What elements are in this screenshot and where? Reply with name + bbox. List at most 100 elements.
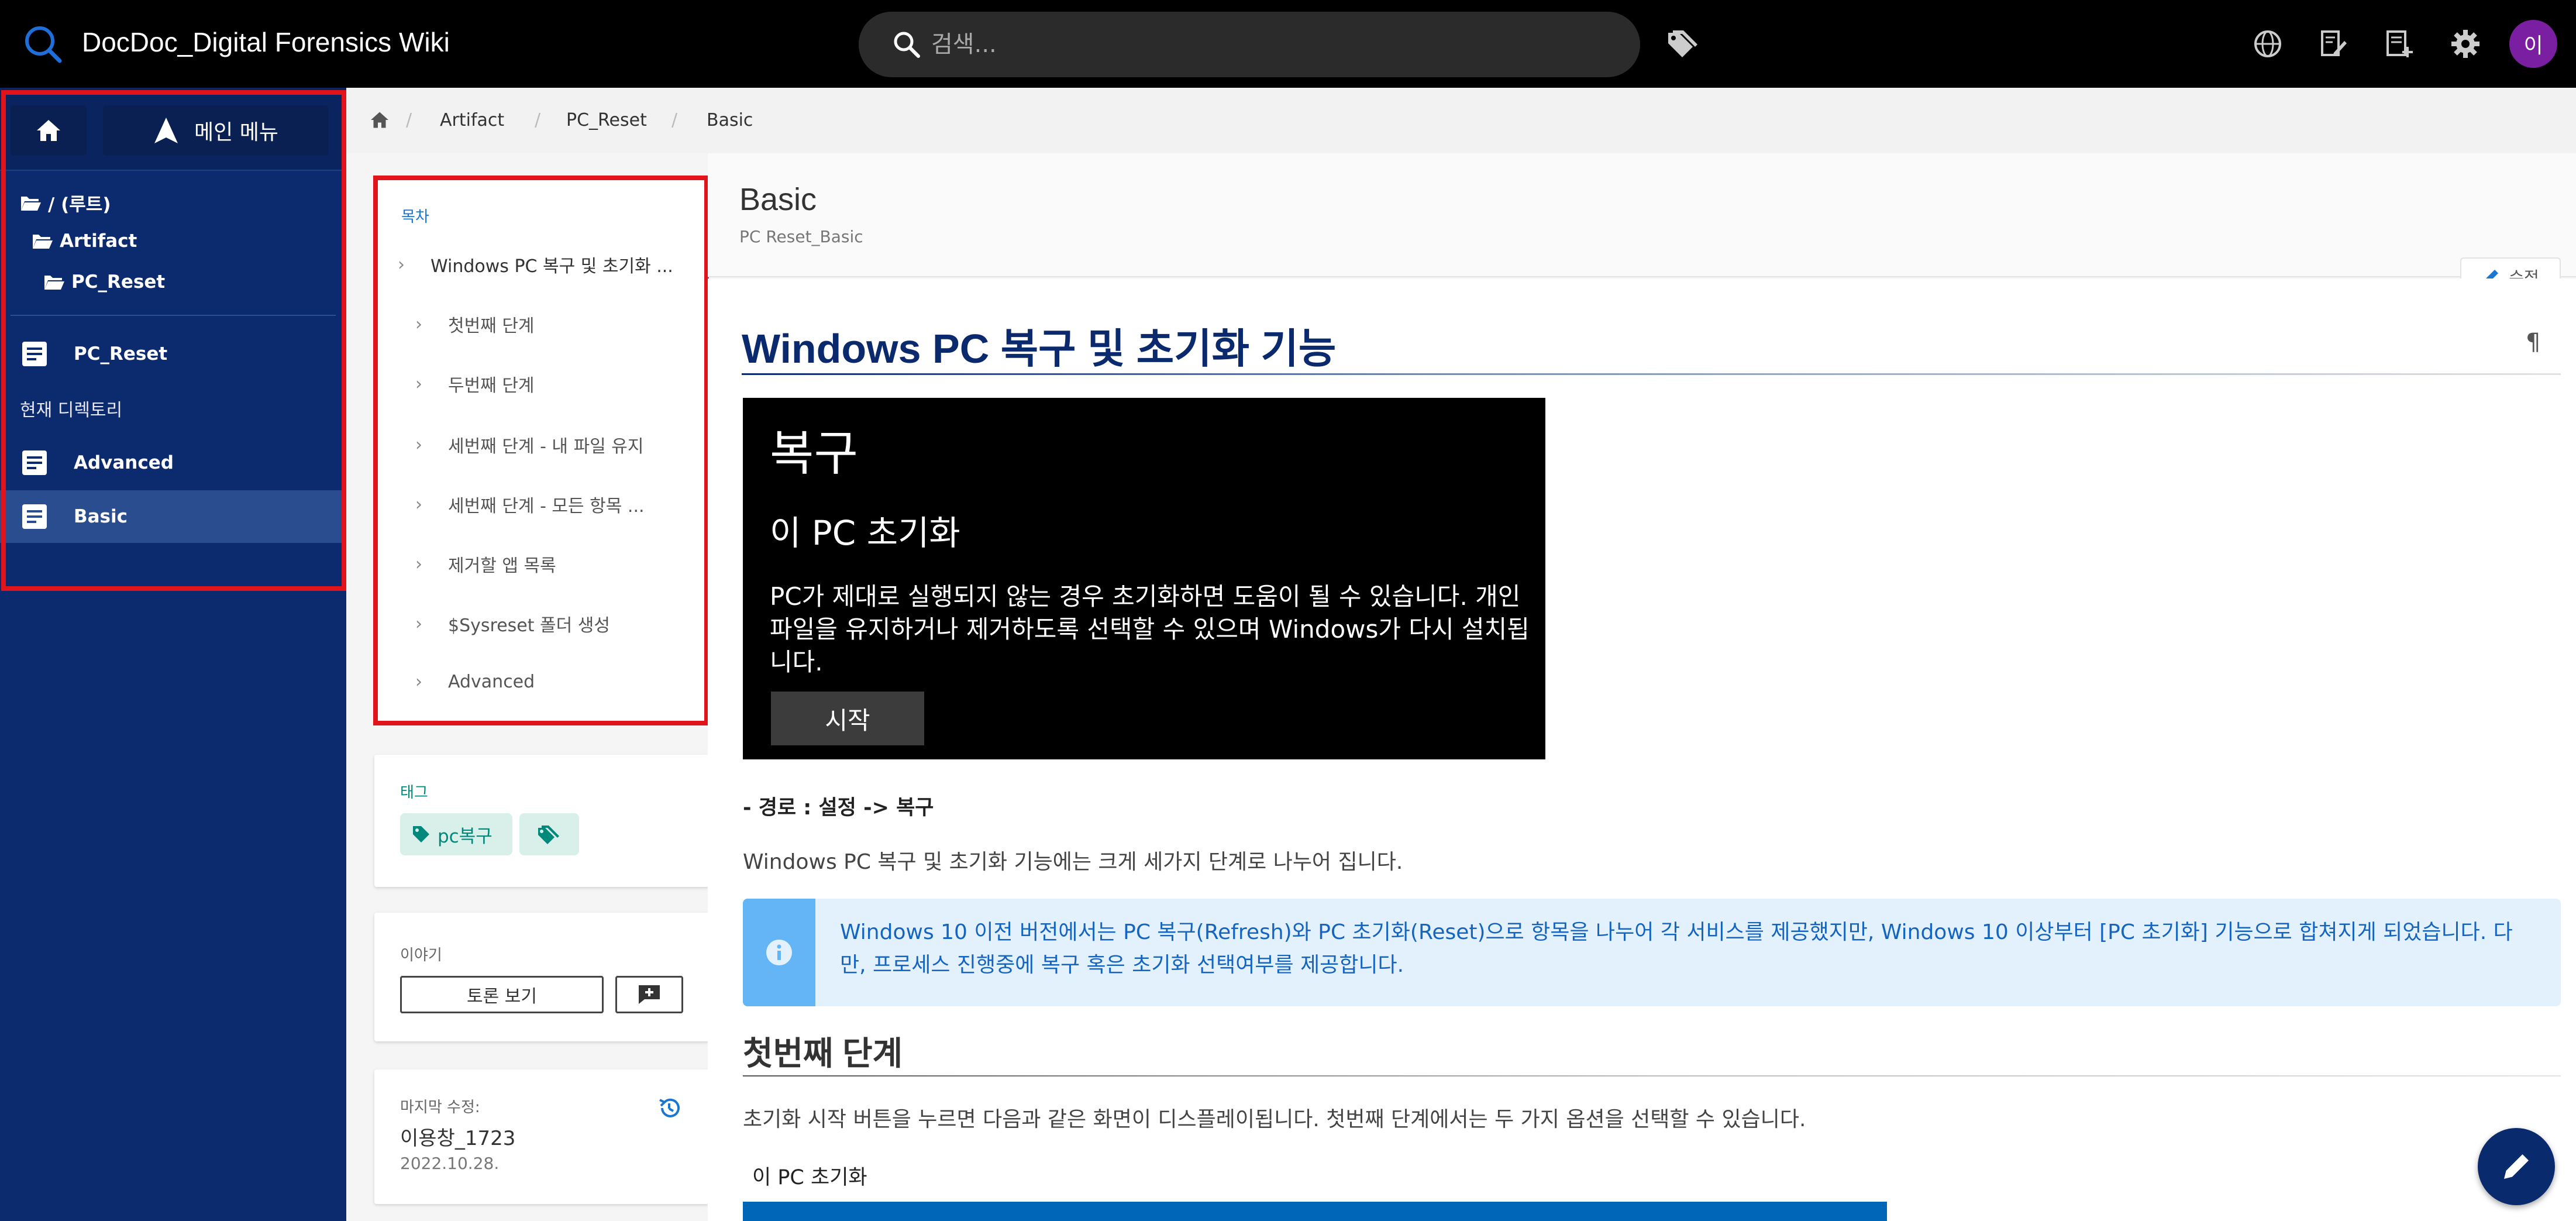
intro-paragraph: Windows PC 복구 및 초기화 기능에는 크게 세가지 단계로 나누어 … <box>743 850 1403 874</box>
chevron-right-icon: › <box>415 373 422 394</box>
pilcrow-anchor-icon[interactable]: ¶ <box>2526 329 2540 356</box>
tree-item-artifact[interactable]: Artifact <box>32 231 137 252</box>
last-edit-author[interactable]: 이용창_1723 <box>400 1122 515 1151</box>
chevron-right-icon: › <box>415 314 422 335</box>
toc-item-label: 첫번째 단계 <box>448 316 535 336</box>
discussion-card-label: 이야기 <box>400 947 442 964</box>
tag-label: pc복구 <box>438 826 493 847</box>
screenshot-title: 복구 <box>770 426 858 481</box>
breadcrumb-separator: / <box>671 110 678 130</box>
info-callout: Windows 10 이전 버전에서는 PC 복구(Refresh)와 PC 초… <box>743 899 2561 1006</box>
chevron-right-icon: › <box>415 553 422 575</box>
settings-icon[interactable] <box>2445 23 2486 64</box>
image-caption: 이 PC 초기화 <box>752 1166 867 1189</box>
toc-item-label: $Sysreset 폴더 생성 <box>448 615 610 636</box>
last-edit-label: 마지막 수정: <box>400 1099 480 1116</box>
toc-item[interactable]: › $Sysreset 폴더 생성 <box>415 611 610 637</box>
tree-item-pc-reset[interactable]: PC_Reset <box>43 271 165 293</box>
toc-item[interactable]: › 세번째 단계 - 모든 항목 ... <box>415 491 645 517</box>
home-button[interactable] <box>11 105 87 156</box>
screenshot-start-button: 시작 <box>771 692 924 745</box>
app-title[interactable]: DocDoc_Digital Forensics Wiki <box>82 26 450 58</box>
breadcrumb-separator: / <box>535 110 541 130</box>
tags-icon <box>538 826 559 844</box>
nav-divider <box>11 315 336 316</box>
page-header <box>708 153 2576 277</box>
toc-item-label: Advanced <box>448 672 535 692</box>
toc-item[interactable]: › 제거할 앱 목록 <box>415 551 556 577</box>
nav-page-advanced[interactable]: Advanced <box>0 436 346 489</box>
breadcrumb-item-artifact[interactable]: Artifact <box>440 110 504 130</box>
tags-card-label: 태그 <box>400 784 428 802</box>
info-icon <box>766 940 792 965</box>
breadcrumb-item-pc-reset[interactable]: PC_Reset <box>566 110 647 130</box>
tag-chip[interactable]: pc복구 <box>400 813 512 855</box>
document-icon <box>22 504 47 529</box>
search-bar[interactable] <box>859 12 1640 77</box>
folder-open-icon <box>33 235 53 249</box>
edit-fab-button[interactable] <box>2478 1128 2555 1205</box>
navigation-arrow-icon <box>154 118 178 143</box>
toc-item[interactable]: › Advanced <box>415 672 535 692</box>
nav-top-buttons: 메인 메뉴 <box>0 88 346 171</box>
tree-item-label: Artifact <box>60 231 137 252</box>
tag-icon <box>413 826 429 842</box>
nav-page-label: Basic <box>74 506 128 527</box>
reset-screenshot-preview <box>743 1202 1887 1221</box>
nav-page-basic[interactable]: Basic <box>0 490 346 543</box>
breadcrumb-separator: / <box>406 110 412 130</box>
tree-item-label: PC_Reset <box>71 271 166 293</box>
logo-icon[interactable] <box>22 23 63 64</box>
view-discussion-button[interactable]: 토론 보기 <box>400 976 604 1013</box>
toc-title: 목차 <box>401 208 429 226</box>
toc-item-label: 두번째 단계 <box>448 376 535 396</box>
nav-section-label: 현재 디렉토리 <box>20 400 123 421</box>
recovery-screenshot: 복구 이 PC 초기화 PC가 제대로 실행되지 않는 경우 초기화하면 도움이… <box>743 398 1545 759</box>
all-tags-button[interactable] <box>519 813 579 855</box>
new-page-icon[interactable] <box>2378 23 2419 64</box>
search-input[interactable] <box>931 28 1575 61</box>
toc-item[interactable]: › 세번째 단계 - 내 파일 유지 <box>415 432 644 458</box>
chevron-right-icon: › <box>415 494 422 515</box>
edit-page-icon[interactable] <box>2313 23 2354 64</box>
globe-icon[interactable] <box>2247 23 2288 64</box>
toc-item-label: 세번째 단계 - 모든 항목 ... <box>448 496 645 517</box>
settings-path: - 경로 : 설정 -> 복구 <box>743 796 934 820</box>
toc-item-label: 제거할 앱 목록 <box>448 556 556 576</box>
toc-item[interactable]: › Windows PC 복구 및 초기화 ... <box>398 252 673 277</box>
folder-open-icon <box>21 196 41 211</box>
screenshot-subtitle: 이 PC 초기화 <box>770 513 960 553</box>
chevron-right-icon: › <box>415 672 422 692</box>
toc-item-label: Windows PC 복구 및 초기화 ... <box>431 256 673 277</box>
nav-parent-page[interactable]: PC_Reset <box>0 328 346 380</box>
nav-page-label: PC_Reset <box>74 343 168 364</box>
tags-icon[interactable] <box>1666 28 1700 61</box>
chevron-right-icon: › <box>398 254 405 275</box>
tree-item-root[interactable]: / (루트) <box>20 190 111 216</box>
breadcrumb-item-basic[interactable]: Basic <box>707 110 753 130</box>
top-app-bar: DocDoc_Digital Forensics Wiki 이 <box>0 0 2576 88</box>
article-heading: Windows PC 복구 및 초기화 기능 <box>742 326 1337 372</box>
info-callout-text: Windows 10 이전 버전에서는 PC 복구(Refresh)와 PC 초… <box>840 920 2513 977</box>
info-callout-side <box>743 899 815 1006</box>
breadcrumb: / Artifact / PC_Reset / Basic <box>346 88 2576 153</box>
nav-page-label: Advanced <box>74 452 174 473</box>
main-menu-button[interactable]: 메인 메뉴 <box>103 105 329 156</box>
toc-item[interactable]: › 두번째 단계 <box>415 371 535 397</box>
section1-paragraph: 초기화 시작 버튼을 누르면 다음과 같은 화면이 디스플레이됩니다. 첫번째 … <box>743 1108 1806 1131</box>
last-edit-date: 2022.10.28. <box>400 1154 500 1173</box>
chevron-right-icon: › <box>415 434 422 455</box>
search-icon <box>894 32 920 58</box>
page-title: Basic <box>739 182 817 217</box>
new-comment-button[interactable] <box>615 976 683 1013</box>
toc-item[interactable]: › 첫번째 단계 <box>415 311 535 337</box>
left-navigation: 메인 메뉴 / (루트) Artifact PC_Reset PC_Reset … <box>0 88 346 1221</box>
folder-open-icon <box>44 276 64 290</box>
heading-underline <box>742 373 2561 375</box>
comment-icon <box>639 985 660 1004</box>
toc-item-label: 세번째 단계 - 내 파일 유지 <box>448 436 644 457</box>
history-icon[interactable] <box>657 1096 681 1120</box>
home-icon[interactable] <box>370 111 390 129</box>
screenshot-body: PC가 제대로 실행되지 않는 경우 초기화하면 도움이 될 수 있습니다. 개… <box>770 582 1530 676</box>
user-avatar[interactable]: 이 <box>2509 20 2557 68</box>
